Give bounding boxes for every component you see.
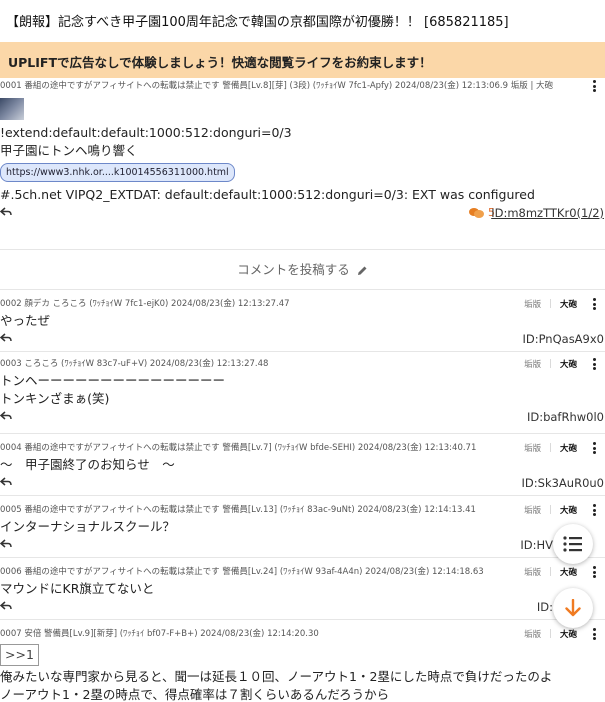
image-thumbnail[interactable] (0, 98, 24, 120)
kebab-menu-icon[interactable] (589, 504, 599, 516)
post-actions: 垢版 | 大砲 (524, 502, 599, 518)
post-body-line: 〜 甲子園終了のお知らせ 〜 (0, 457, 175, 472)
saiban-link[interactable]: 垢版 (524, 358, 541, 370)
post-footer: ID: (0, 598, 605, 616)
post-body-line: !extend:default:default:1000:512:donguri… (0, 125, 292, 140)
post-footer: ID:PnQasA9x0 (0, 330, 605, 348)
post-4: 0004 番組の途中ですがアフィサイトへの転載は禁止です 警備員[Lv.7] (… (0, 434, 605, 496)
url-link[interactable]: https://www3.nhk.or....k10014556311000.h… (0, 163, 235, 182)
kebab-menu-icon[interactable] (589, 80, 599, 92)
reply-arrow-icon[interactable] (0, 477, 12, 487)
post-7: 0007 安倍 警備員[Lv.9][新芽] (ﾜｯﾁｮｲ bf07-F+B+) … (0, 620, 605, 702)
kebab-menu-icon[interactable] (589, 358, 599, 370)
kebab-menu-icon[interactable] (589, 442, 599, 454)
post-3: 0003 ころころ (ﾜｯﾁｮｲW 83c7-uF+V) 2024/08/23(… (0, 352, 605, 434)
post-body-line: 俺みたいな専門家から見ると、聞一は延長１０回、ノーアウト1・2塁にした時点で負け… (0, 669, 553, 684)
post-body-line: #.5ch.net VIPQ2_EXTDAT: default:default:… (0, 187, 535, 202)
taihou-link[interactable]: 大砲 (560, 358, 577, 370)
post-header: 0007 安倍 警備員[Lv.9][新芽] (ﾜｯﾁｮｲ bf07-F+B+) … (0, 629, 319, 639)
quote-anchor[interactable]: >>1 (0, 644, 39, 666)
taihou-link[interactable]: 大砲 (560, 566, 577, 578)
post-actions (585, 78, 599, 94)
post-id[interactable]: ID:bafRhw0l0 (527, 410, 604, 424)
post-body-line: マウンドにKR旗立てないと (0, 581, 155, 596)
post-id[interactable]: ID:PnQasA9x0 (522, 332, 604, 346)
post-header: 0006 番組の途中ですがアフィサイトへの転載は禁止です 警備員[Lv.24] … (0, 567, 484, 577)
taihou-link[interactable]: 大砲 (560, 442, 577, 454)
reply-arrow-icon[interactable] (0, 411, 12, 421)
post-actions: 垢版 | 大砲 (524, 440, 599, 456)
post-footer: ID:Sk3AuR0u0 (0, 474, 605, 492)
reply-arrow-icon[interactable] (0, 207, 12, 217)
post-header: 0001 番組の途中ですがアフィサイトへの転載は禁止です 警備員[Lv.8][芽… (0, 81, 554, 91)
post-comment-button[interactable]: コメントを投稿する (0, 250, 605, 290)
taihou-link[interactable]: 大砲 (560, 628, 577, 640)
list-icon (563, 536, 582, 552)
kebab-menu-icon[interactable] (589, 628, 599, 640)
post-body-line: 甲子園にトンヘ鳴り響く (0, 143, 138, 158)
post-header: 0002 顔デカ ころころ (ﾜｯﾁｮｲW 7fc1-ejK0) 2024/08… (0, 299, 290, 309)
reply-arrow-icon[interactable] (0, 333, 12, 343)
post-body-line: やったぜ (0, 313, 51, 328)
scroll-down-button[interactable] (553, 588, 593, 628)
saiban-link[interactable]: 垢版 (524, 298, 541, 310)
post-id[interactable]: ID:HV (520, 538, 553, 552)
kebab-menu-icon[interactable] (589, 298, 599, 310)
post-5: 0005 番組の途中ですがアフィサイトへの転載は禁止です 警備員[Lv.13] … (0, 496, 605, 558)
post-actions: 垢版 | 大砲 (524, 564, 599, 580)
post-id[interactable]: ID:m8mzTTKr0(1/2) (491, 206, 604, 220)
pencil-icon (357, 266, 367, 275)
taihou-link[interactable]: 大砲 (560, 504, 577, 516)
post-actions: 垢版 | 大砲 (524, 356, 599, 372)
post-actions: 垢版 | 大砲 (524, 626, 599, 642)
post-body-line: トンキンざまぁ(笑) (0, 391, 110, 406)
post-body-line: インターナショナルスクール？ (0, 519, 176, 534)
post-body-line: トンヘーーーーーーーーーーーーーーー (0, 373, 226, 388)
saiban-link[interactable]: 垢版 (524, 504, 541, 516)
post-1: 0001 番組の途中ですがアフィサイトへの転載は禁止です 警備員[Lv.8][芽… (0, 78, 605, 250)
post-body-line: ノーアウト1・2塁の時点で、得点確率は７割くらいあるんだろうから (0, 687, 390, 702)
reply-arrow-icon[interactable] (0, 539, 12, 549)
ad-banner[interactable]: UPLIFTで広告なしで体験しましょう！快適な閲覧ライフをお約束します！ (0, 42, 605, 78)
post-2: 0002 顔デカ ころころ (ﾜｯﾁｮｲW 7fc1-ejK0) 2024/08… (0, 290, 605, 352)
thread-title: 【朗報】記念すべき甲子園100周年記念で韓国の京都国際が初優勝！！ [68582… (6, 15, 509, 30)
kebab-menu-icon[interactable] (589, 566, 599, 578)
post-6: 0006 番組の途中ですがアフィサイトへの転載は禁止です 警備員[Lv.24] … (0, 558, 605, 620)
post-header: 0004 番組の途中ですがアフィサイトへの転載は禁止です 警備員[Lv.7] (… (0, 443, 477, 453)
post-footer: ID:bafRhw0l0 (0, 408, 605, 426)
list-button[interactable] (553, 524, 593, 564)
taihou-link[interactable]: 大砲 (560, 298, 577, 310)
post-actions: 垢版 | 大砲 (524, 296, 599, 312)
post-id[interactable]: ID: (537, 600, 553, 614)
post-id[interactable]: ID:Sk3AuR0u0 (522, 476, 604, 490)
post-comment-label: コメントを投稿する (237, 262, 350, 277)
post-footer: 5 ID:m8mzTTKr0(1/2) (0, 204, 605, 222)
reply-arrow-icon[interactable] (0, 601, 12, 611)
post-footer: ID:HV (0, 536, 605, 554)
post-header: 0003 ころころ (ﾜｯﾁｮｲW 83c7-uF+V) 2024/08/23(… (0, 359, 269, 369)
post-header: 0005 番組の途中ですがアフィサイトへの転載は禁止です 警備員[Lv.13] … (0, 505, 476, 515)
saiban-link[interactable]: 垢版 (524, 566, 541, 578)
arrow-down-icon (565, 599, 581, 617)
comments-bubble-icon (469, 207, 484, 218)
saiban-link[interactable]: 垢版 (524, 442, 541, 454)
saiban-link[interactable]: 垢版 (524, 628, 541, 640)
